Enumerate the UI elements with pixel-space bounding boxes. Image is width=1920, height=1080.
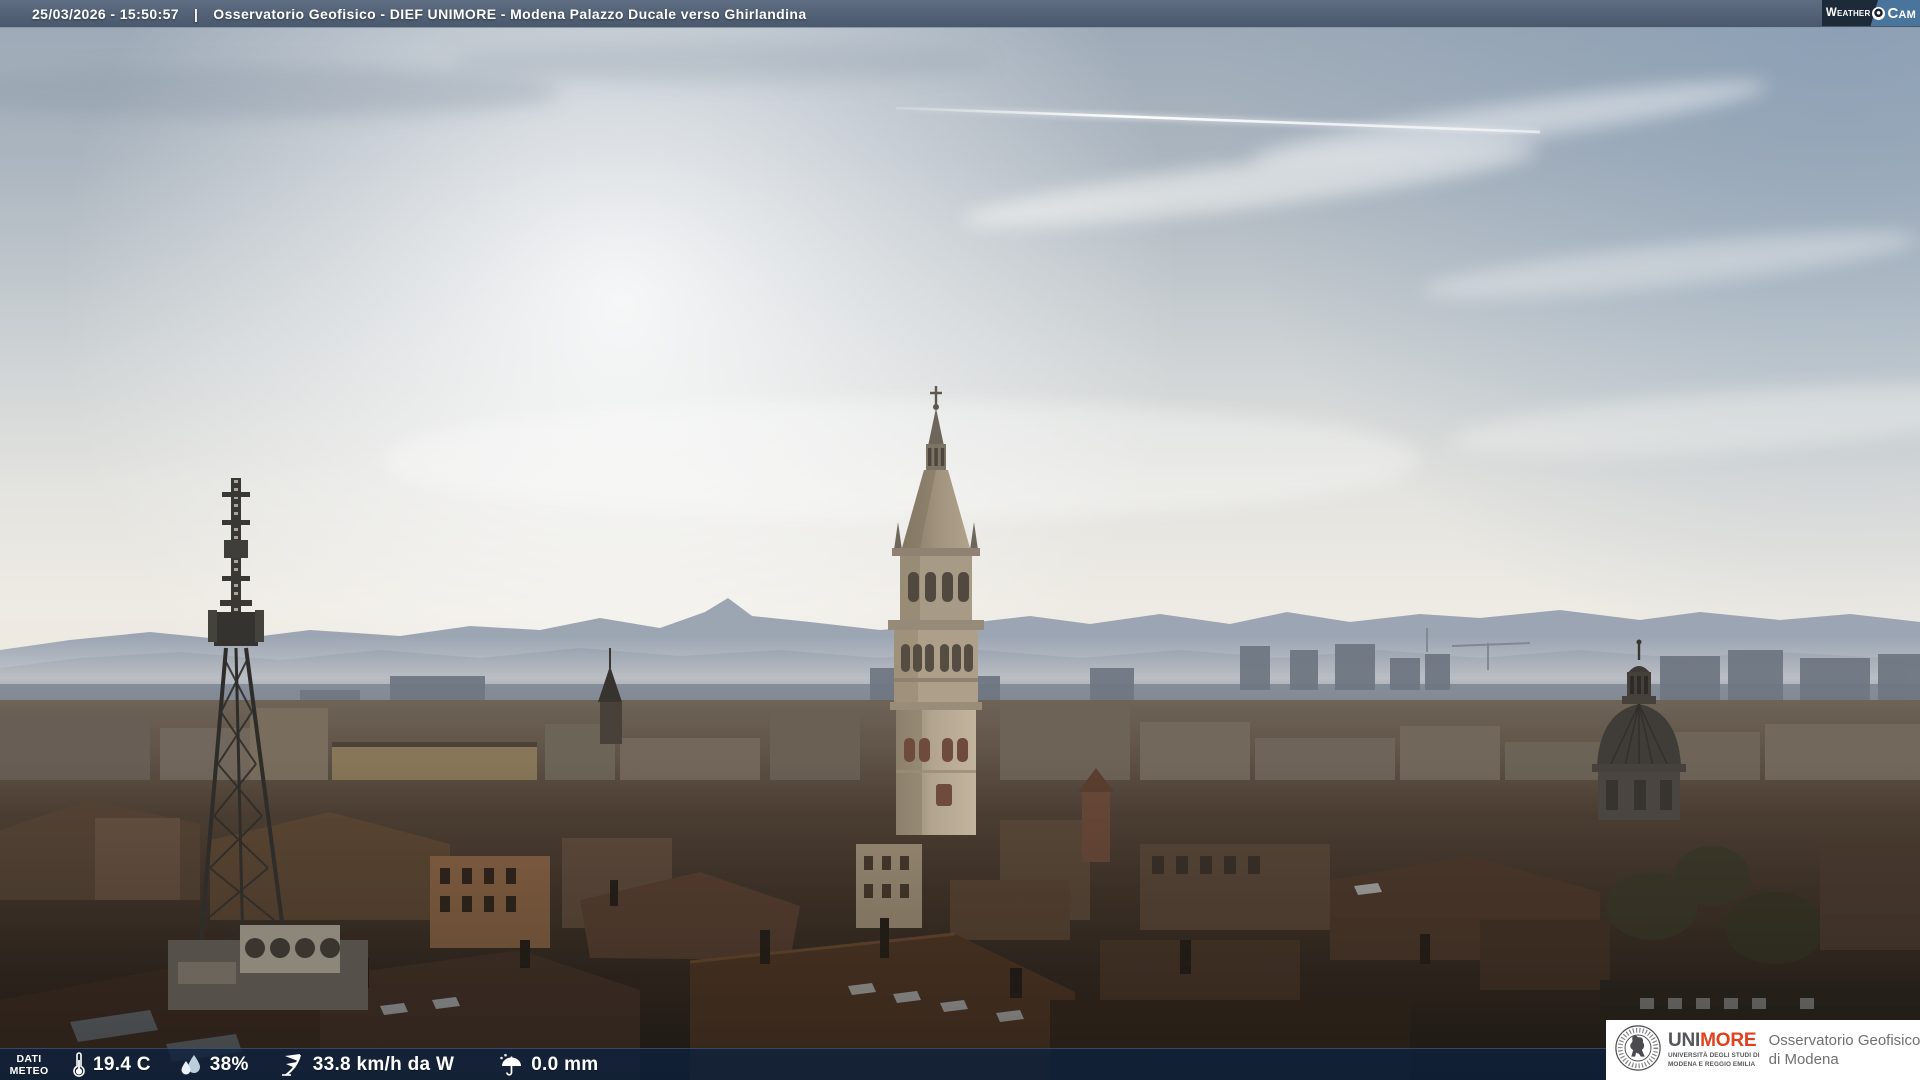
page-title: Osservatorio Geofisico - DIEF UNIMORE - …	[213, 5, 807, 22]
unimore-uni-text: UNI	[1668, 1030, 1701, 1052]
top-overlay-bar: 25/03/2026 - 15:50:57 | Osservatorio Geo…	[0, 0, 1920, 28]
observatory-name-line2: di Modena	[1768, 1051, 1839, 1068]
dati-meteo-label: DATI METEO	[9, 1052, 49, 1077]
weathercam-brand-weather: Weather	[1825, 7, 1871, 19]
unimore-wordmark: UNIMORE UNIVERSITÀ DEGLI STUDI DI MODENA…	[1668, 1031, 1760, 1069]
humidity-drops-icon	[179, 1053, 203, 1077]
temperature-reading: 19.4 C	[72, 1052, 151, 1078]
timestamp: 25/03/2026 - 15:50:57	[32, 5, 179, 22]
top-bar-text: 25/03/2026 - 15:50:57 | Osservatorio Geo…	[0, 6, 807, 22]
rain-reading: 0.0 mm	[498, 1053, 598, 1078]
wind-value: 33.8 km/h da W	[312, 1054, 455, 1075]
observatory-name-line1: Osservatorio Geofisico	[1768, 1031, 1920, 1049]
weathercam-brand-cam: Cam	[1887, 4, 1916, 22]
temperature-value: 19.4 C	[93, 1054, 151, 1075]
unimore-banner[interactable]: UNIMORE UNIVERSITÀ DEGLI STUDI DI MODENA…	[1606, 1020, 1920, 1080]
humidity-value: 38%	[209, 1054, 249, 1075]
rain-value: 0.0 mm	[531, 1054, 599, 1075]
observatory-name: Osservatorio Geofisico di Modena	[1769, 1031, 1920, 1070]
weathercam-logo[interactable]: Weather Cam	[1822, 0, 1920, 26]
thermometer-icon	[72, 1052, 86, 1078]
camera-lens-icon	[1872, 6, 1886, 20]
unimore-seal-icon	[1613, 1021, 1663, 1080]
wind-flag-icon	[279, 1052, 306, 1078]
unimore-subtitle-line1: UNIVERSITÀ DEGLI STUDI DI	[1668, 1052, 1760, 1060]
unimore-subtitle-line2: MODENA E REGGIO EMILIA	[1668, 1060, 1756, 1068]
humidity-reading: 38%	[179, 1053, 249, 1077]
umbrella-rain-icon	[498, 1053, 524, 1078]
wind-reading: 33.8 km/h da W	[279, 1052, 454, 1078]
webcam-scene	[0, 0, 1920, 1080]
separator: |	[193, 5, 199, 22]
unimore-more-text: MORE	[1700, 1030, 1757, 1052]
webcam-page: 25/03/2026 - 15:50:57 | Osservatorio Geo…	[0, 0, 1920, 1080]
